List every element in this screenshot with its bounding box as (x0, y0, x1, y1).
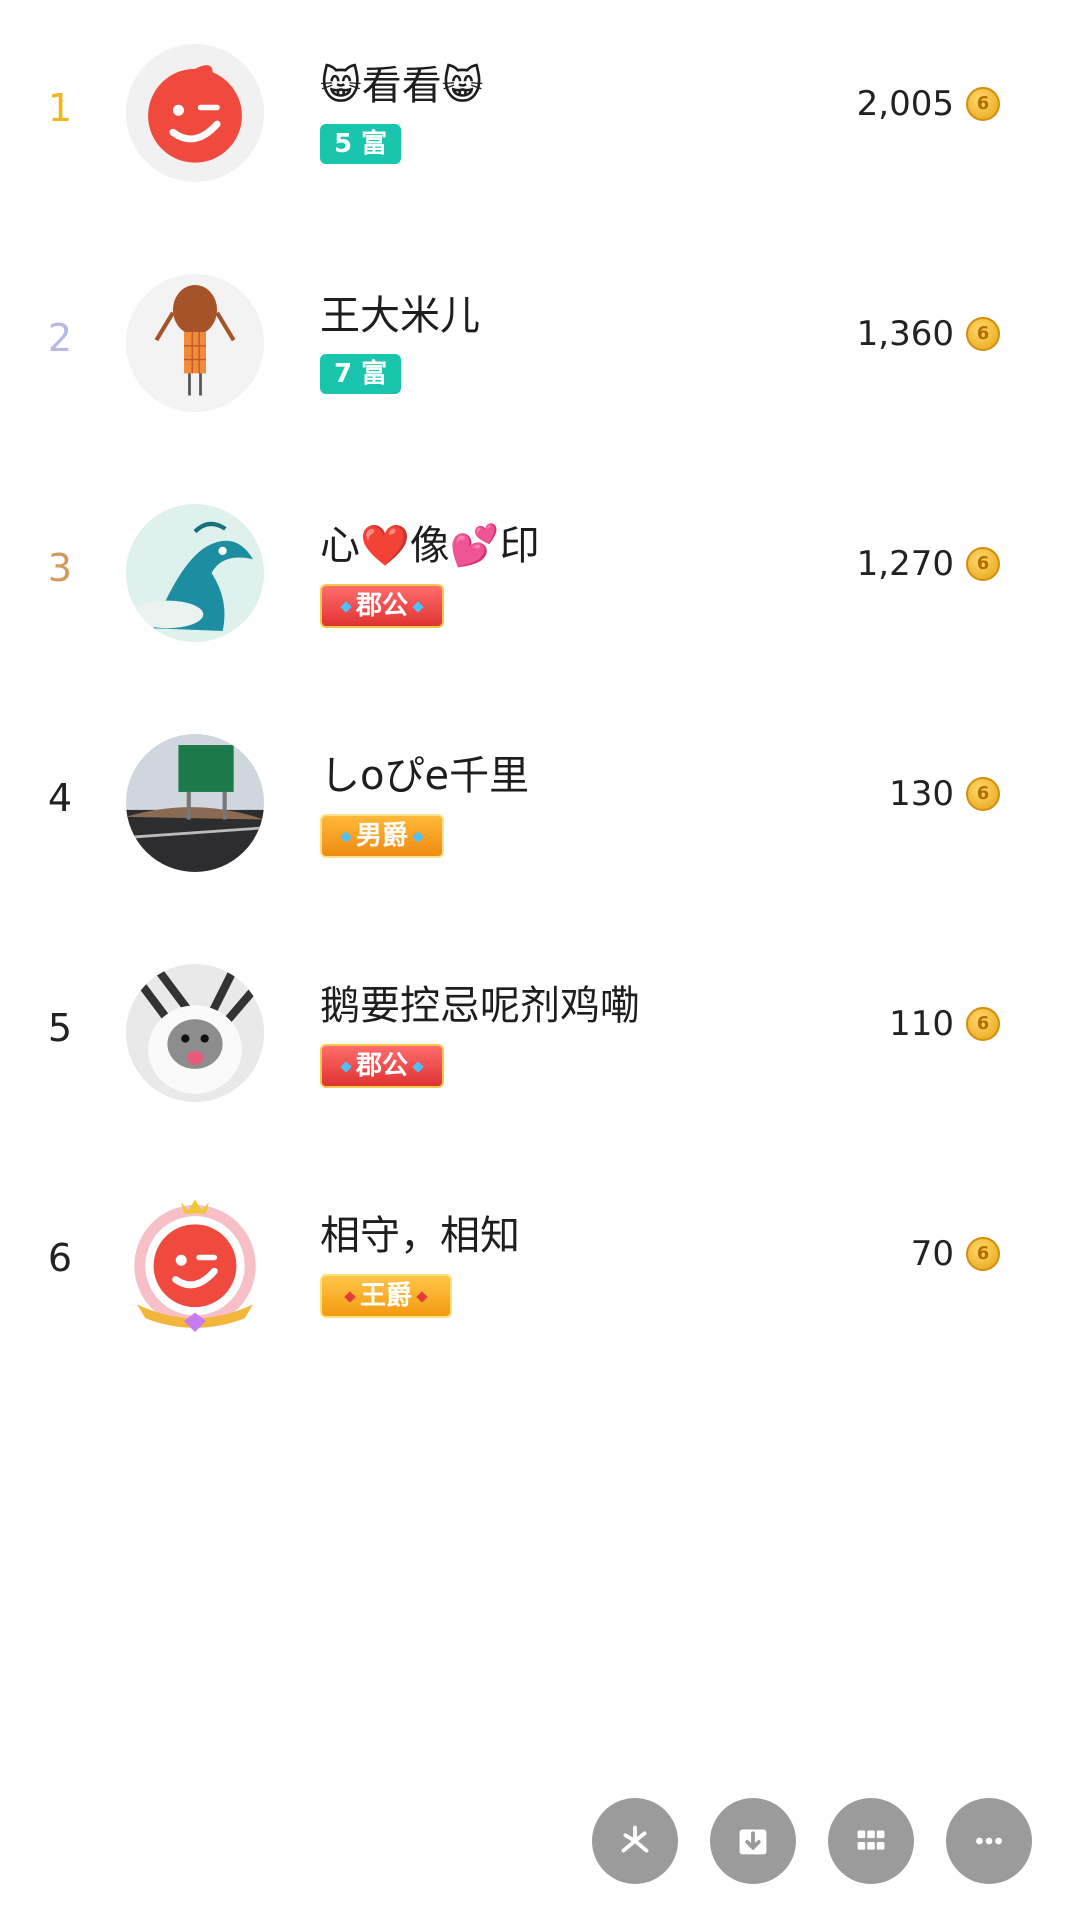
dragon-icon (126, 504, 264, 642)
leaderboard-row[interactable]: 2 王大米儿 7 富 1,360 6 (0, 240, 1080, 440)
score: 70 6 (911, 1230, 1000, 1278)
score-value: 1,270 (856, 544, 954, 584)
crowned-logo-icon (134, 1199, 256, 1332)
score: 110 6 (889, 1000, 1000, 1048)
gem-icon (416, 1290, 428, 1303)
more-icon (976, 1837, 1002, 1845)
gem-icon (412, 600, 424, 613)
leaderboard-row[interactable]: 3 心❤️像💕印 郡公 1,270 6 (0, 470, 1080, 670)
share-button[interactable] (592, 1798, 678, 1884)
rank-number: 3 (47, 546, 73, 590)
leaderboard-row[interactable]: 4 しoぴe千里 男爵 130 6 (0, 700, 1080, 900)
logo-face-icon (126, 44, 264, 182)
download-icon (739, 1829, 767, 1855)
badge-label: 郡公 (356, 1051, 409, 1081)
gem-icon (340, 600, 352, 613)
gem-icon (340, 1060, 352, 1073)
score: 2,005 6 (857, 80, 1000, 128)
leaderboard-page: 1 😸看看😸 5 富 2,005 6 2 王大米儿 7 富 1,360 6 3 … (0, 0, 1080, 1920)
road-sign-icon (126, 734, 264, 872)
rank-number: 1 (47, 86, 73, 130)
girl-icon (126, 274, 264, 412)
score: 1,270 6 (857, 540, 1000, 588)
coin-icon: 6 (966, 547, 1000, 581)
download-button[interactable] (710, 1798, 796, 1884)
coin-icon: 6 (966, 87, 1000, 121)
user-name: 相守，相知 (320, 1213, 520, 1259)
girl-avatar[interactable] (126, 274, 264, 412)
score: 130 6 (889, 770, 1000, 818)
coin-icon: 6 (966, 1007, 1000, 1041)
dragon-avatar[interactable] (126, 504, 264, 642)
user-name: しoぴe千里 (320, 753, 530, 799)
gem-icon (412, 1060, 424, 1073)
share-icon (621, 1825, 649, 1853)
grid-button[interactable] (828, 1798, 914, 1884)
grid-icon (857, 1830, 885, 1850)
score-value: 110 (889, 1004, 954, 1044)
more-button[interactable] (946, 1798, 1032, 1884)
score-value: 70 (910, 1234, 954, 1274)
road-sign-avatar[interactable] (126, 734, 264, 872)
badge-label: 男爵 (356, 821, 409, 851)
noble-badge: 男爵 (320, 814, 445, 858)
badge-label: 王爵 (360, 1281, 413, 1311)
gem-icon (340, 830, 352, 843)
user-name: 鹅要控忌呢剂鸡嘞 (320, 983, 640, 1029)
score-value: 1,360 (856, 314, 954, 354)
rank-number: 4 (47, 776, 73, 820)
floating-toolbar (0, 1798, 1080, 1884)
leaderboard-row[interactable]: 5 鹅要控忌呢剂鸡嘞 郡公 110 6 (0, 930, 1080, 1130)
cat-avatar[interactable] (126, 964, 264, 1102)
score-value: 130 (889, 774, 954, 814)
user-name: 😸看看😸 (320, 63, 484, 109)
leaderboard-row[interactable]: 1 😸看看😸 5 富 2,005 6 (0, 10, 1080, 210)
rank-number: 5 (47, 1006, 73, 1050)
noble-badge: 郡公 (320, 1044, 445, 1088)
noble-badge: 郡公 (320, 584, 445, 628)
user-name: 心❤️像💕印 (320, 523, 540, 569)
rank-number: 2 (47, 316, 73, 360)
score: 1,360 6 (857, 310, 1000, 358)
noble-badge: 王爵 (320, 1274, 453, 1318)
user-name: 王大米儿 (320, 293, 480, 339)
leaderboard-row[interactable]: 6 相守，相知 王爵 70 6 (0, 1160, 1080, 1360)
badge-label: 郡公 (356, 591, 409, 621)
coin-icon: 6 (966, 777, 1000, 811)
rich-level-badge: 7 富 (320, 354, 402, 394)
coin-icon: 6 (966, 317, 1000, 351)
score-value: 2,005 (856, 84, 954, 124)
gem-icon (412, 830, 424, 843)
coin-icon: 6 (966, 1237, 1000, 1271)
rank-number: 6 (47, 1236, 73, 1280)
crowned-logo-avatar[interactable] (126, 1194, 264, 1332)
rich-level-badge: 5 富 (320, 124, 402, 164)
logo-face-avatar[interactable] (126, 44, 264, 182)
cat-icon (126, 964, 264, 1102)
gem-icon (344, 1290, 356, 1303)
